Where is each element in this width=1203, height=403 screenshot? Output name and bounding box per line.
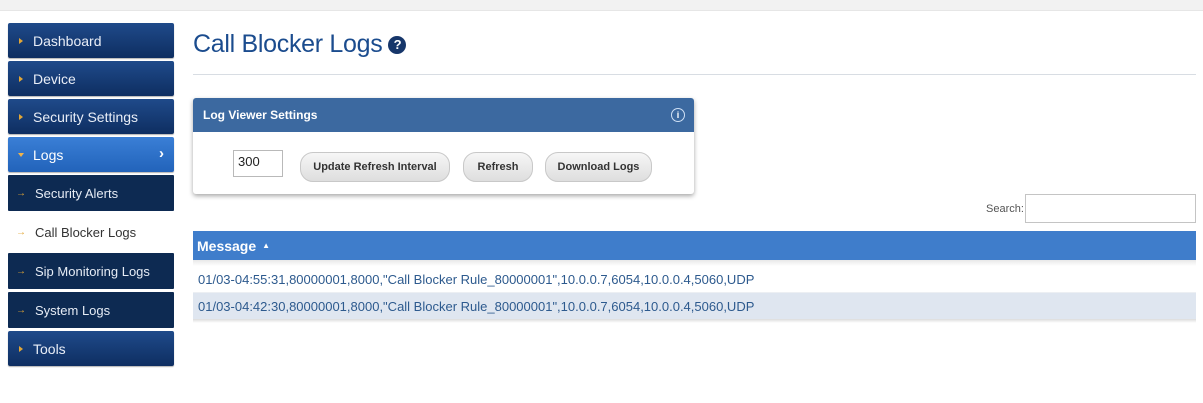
arrow-right-icon: → xyxy=(16,304,26,316)
sidebar-subitem-call-blocker-logs[interactable]: → Call Blocker Logs xyxy=(8,214,174,250)
sidebar-subitem-label: Sip Monitoring Logs xyxy=(35,263,150,279)
table-row[interactable]: 01/03-04:55:31,80000001,8000,"Call Block… xyxy=(193,266,1196,292)
sidebar-item-logs[interactable]: Logs › xyxy=(8,137,174,172)
sidebar-subitem-label: Security Alerts xyxy=(35,185,119,201)
sidebar-item-label: Dashboard xyxy=(33,32,102,49)
sidebar-item-dashboard[interactable]: Dashboard xyxy=(8,23,174,58)
caret-right-icon xyxy=(19,113,23,120)
sidebar: Dashboard Device Security Settings Logs … xyxy=(8,23,174,369)
page-title-text: Call Blocker Logs xyxy=(193,30,383,58)
search-input[interactable] xyxy=(1025,194,1196,223)
refresh-button[interactable]: Refresh xyxy=(463,152,533,182)
column-header-label: Message xyxy=(197,237,257,254)
sidebar-item-device[interactable]: Device xyxy=(8,61,174,96)
sidebar-subitem-sip-monitoring-logs[interactable]: → Sip Monitoring Logs xyxy=(8,253,174,289)
log-viewer-settings-panel: Log Viewer Settings i Update Refresh Int… xyxy=(193,98,694,194)
sidebar-item-label: Tools xyxy=(33,340,66,357)
message-cell: 01/03-04:42:30,80000001,8000,"Call Block… xyxy=(198,298,755,314)
sidebar-item-label: Device xyxy=(33,70,76,87)
column-header-message[interactable]: Message ▲ xyxy=(193,231,1196,260)
caret-right-icon xyxy=(19,345,23,352)
panel-title: Log Viewer Settings xyxy=(203,108,318,122)
sidebar-item-label: Logs xyxy=(33,146,64,163)
update-refresh-interval-button[interactable]: Update Refresh Interval xyxy=(300,152,450,182)
panel-header: Log Viewer Settings i xyxy=(193,98,694,132)
caret-right-icon xyxy=(19,37,23,44)
sidebar-subitem-security-alerts[interactable]: → Security Alerts xyxy=(8,175,174,211)
panel-body: Update Refresh Interval Refresh Download… xyxy=(193,132,694,194)
sidebar-subitem-label: System Logs xyxy=(35,302,111,318)
info-icon[interactable]: i xyxy=(671,108,685,122)
log-table: Message ▲ 01/03-04:55:31,80000001,8000,"… xyxy=(193,231,1196,323)
arrow-right-icon: → xyxy=(16,226,26,238)
top-bar xyxy=(0,0,1203,11)
table-row[interactable]: 01/03-04:42:30,80000001,8000,"Call Block… xyxy=(193,293,1196,319)
caret-right-icon xyxy=(19,75,23,82)
caret-down-icon xyxy=(18,152,24,157)
arrow-right-icon: → xyxy=(16,187,26,199)
help-icon[interactable]: ? xyxy=(388,36,407,54)
sidebar-item-tools[interactable]: Tools xyxy=(8,331,174,366)
download-logs-button[interactable]: Download Logs xyxy=(545,152,652,182)
search-label: Search: xyxy=(986,203,1024,215)
table-bottom-shadow xyxy=(193,319,1196,323)
refresh-interval-input[interactable] xyxy=(233,150,283,177)
arrow-right-icon: → xyxy=(16,265,26,277)
sidebar-subitem-system-logs[interactable]: → System Logs xyxy=(8,292,174,328)
divider xyxy=(193,74,1196,75)
sort-ascending-icon: ▲ xyxy=(262,241,271,250)
page-title: Call Blocker Logs? xyxy=(193,30,407,59)
sidebar-item-security-settings[interactable]: Security Settings xyxy=(8,99,174,134)
message-cell: 01/03-04:55:31,80000001,8000,"Call Block… xyxy=(198,271,755,287)
sidebar-item-label: Security Settings xyxy=(33,108,139,125)
sidebar-subitem-label: Call Blocker Logs xyxy=(35,224,137,240)
chevron-right-icon: › xyxy=(159,145,164,162)
